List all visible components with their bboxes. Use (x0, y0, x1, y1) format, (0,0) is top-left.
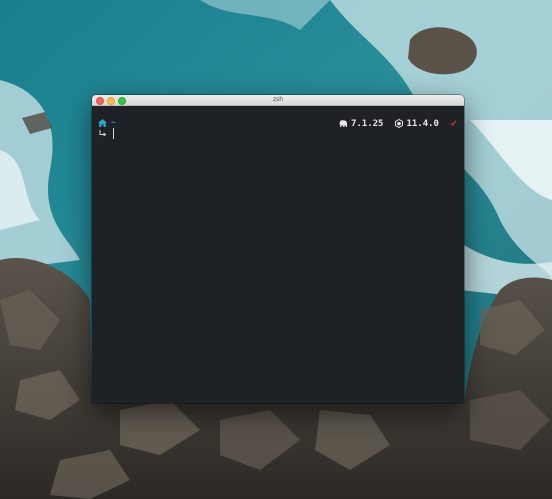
version-a: 7.1.25 (350, 118, 384, 129)
terminal-content[interactable]: ~ 7.1.25 11.4.0 ✔ (92, 106, 464, 403)
prompt-left: ~ (98, 118, 116, 127)
prompt-right: 7.1.25 11.4.0 ✔ (339, 118, 457, 129)
segment-a: 7.1.25 (339, 118, 384, 129)
hexagon-icon (395, 119, 404, 128)
version-b: 11.4.0 (406, 118, 439, 129)
terminal-window[interactable]: zsh ~ 7.1.25 11.4.0 ✔ (92, 95, 464, 403)
elephant-icon (339, 119, 348, 128)
check-icon: ✔ (450, 118, 457, 129)
home-icon (98, 118, 107, 127)
title-bar[interactable]: zsh (92, 95, 464, 106)
window-title: zsh (272, 96, 284, 103)
input-line[interactable] (99, 128, 114, 139)
current-directory: ~ (111, 118, 116, 127)
segment-b: 11.4.0 (395, 119, 439, 129)
text-cursor (113, 128, 114, 139)
return-arrow-icon (99, 130, 107, 137)
